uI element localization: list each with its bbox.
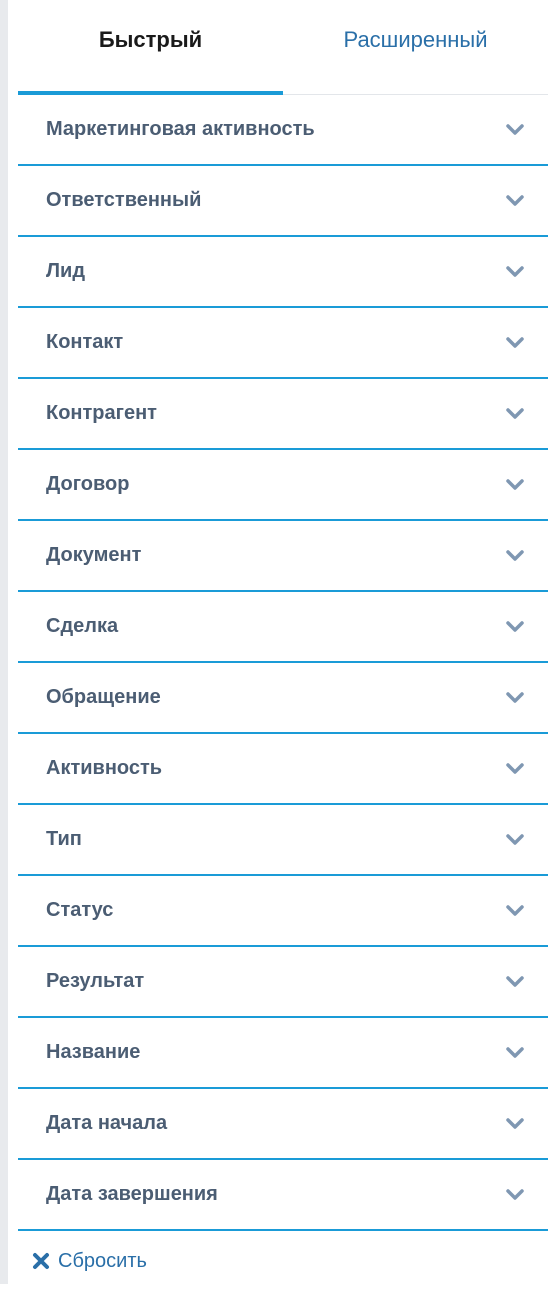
filter-row-marketing-activity[interactable]: Маркетинговая активность: [18, 95, 548, 166]
chevron-down-icon[interactable]: [502, 330, 528, 356]
filter-row-type[interactable]: Тип: [18, 805, 548, 876]
chevron-down-icon[interactable]: [502, 756, 528, 782]
filter-row-start-date[interactable]: Дата начала: [18, 1089, 548, 1160]
filter-label: Результат: [46, 970, 145, 992]
chevron-down-icon[interactable]: [502, 969, 528, 995]
filter-label: Лид: [46, 260, 86, 282]
filter-row-case[interactable]: Обращение: [18, 663, 548, 734]
close-icon: [30, 1250, 52, 1272]
reset-filters-link[interactable]: Сбросить: [18, 1231, 548, 1291]
filter-row-activity[interactable]: Активность: [18, 734, 548, 805]
chevron-down-icon[interactable]: [502, 259, 528, 285]
filter-row-account[interactable]: Контрагент: [18, 379, 548, 450]
filter-row-lead[interactable]: Лид: [18, 237, 548, 308]
chevron-down-icon[interactable]: [502, 898, 528, 924]
chevron-down-icon[interactable]: [502, 401, 528, 427]
filter-row-contact[interactable]: Контакт: [18, 308, 548, 379]
chevron-down-icon[interactable]: [502, 827, 528, 853]
chevron-down-icon[interactable]: [502, 1182, 528, 1208]
chevron-down-icon[interactable]: [502, 188, 528, 214]
filter-panel: Быстрый Расширенный Маркетинговая активн…: [18, 0, 548, 1284]
filter-label: Тип: [46, 828, 82, 850]
tab-advanced[interactable]: Расширенный: [283, 0, 548, 94]
filter-label: Маркетинговая активность: [46, 118, 315, 140]
filter-label: Договор: [46, 473, 130, 495]
filter-row-status[interactable]: Статус: [18, 876, 548, 947]
chevron-down-icon[interactable]: [502, 614, 528, 640]
filter-row-document[interactable]: Документ: [18, 521, 548, 592]
filter-label: Документ: [46, 544, 142, 566]
filter-label: Статус: [46, 899, 114, 921]
tab-quick[interactable]: Быстрый: [18, 0, 283, 94]
chevron-down-icon[interactable]: [502, 472, 528, 498]
filter-label: Дата начала: [46, 1112, 168, 1134]
chevron-down-icon[interactable]: [502, 117, 528, 143]
filter-tabs: Быстрый Расширенный: [18, 0, 548, 95]
chevron-down-icon[interactable]: [502, 1111, 528, 1137]
filter-label: Ответственный: [46, 189, 202, 211]
reset-label: Сбросить: [58, 1249, 147, 1272]
filter-label: Контакт: [46, 331, 124, 353]
filter-list: Маркетинговая активность Ответственный Л…: [18, 95, 548, 1231]
filter-label: Обращение: [46, 686, 161, 708]
filter-row-contract[interactable]: Договор: [18, 450, 548, 521]
filter-row-result[interactable]: Результат: [18, 947, 548, 1018]
left-rail: [0, 0, 8, 1284]
filter-label: Контрагент: [46, 402, 157, 424]
chevron-down-icon[interactable]: [502, 543, 528, 569]
filter-label: Активность: [46, 757, 163, 779]
chevron-down-icon[interactable]: [502, 685, 528, 711]
chevron-down-icon[interactable]: [502, 1040, 528, 1066]
filter-label: Название: [46, 1041, 141, 1063]
filter-row-title[interactable]: Название: [18, 1018, 548, 1089]
active-tab-indicator: [18, 91, 283, 95]
filter-row-end-date[interactable]: Дата завершения: [18, 1160, 548, 1231]
filter-label: Дата завершения: [46, 1183, 218, 1205]
filter-label: Сделка: [46, 615, 119, 637]
filter-row-opportunity[interactable]: Сделка: [18, 592, 548, 663]
filter-row-responsible[interactable]: Ответственный: [18, 166, 548, 237]
